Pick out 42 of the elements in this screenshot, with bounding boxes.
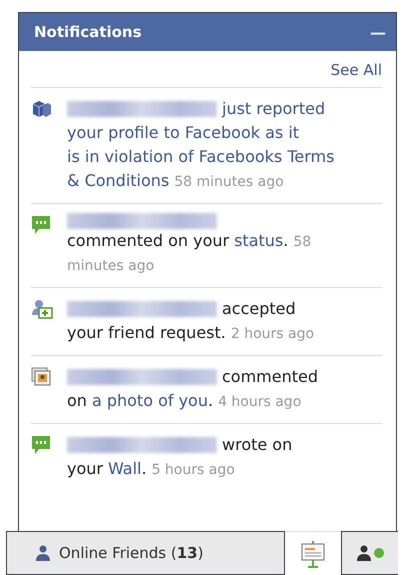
notification-text: your friend request. bbox=[67, 322, 226, 344]
timestamp: 58 bbox=[293, 233, 312, 252]
notification-link[interactable]: just reported bbox=[222, 97, 326, 121]
speech-bubble-icon bbox=[31, 215, 51, 235]
notification-text: on bbox=[67, 390, 87, 412]
online-friends-label: Online Friends (13) bbox=[59, 544, 204, 562]
notification-link[interactable]: Wall bbox=[108, 457, 142, 481]
chat-status-tab[interactable] bbox=[341, 531, 398, 575]
presentation-board-icon bbox=[301, 540, 325, 568]
notification-text: . bbox=[208, 390, 214, 412]
notification-link[interactable]: & Conditions bbox=[67, 169, 170, 193]
timestamp: 5 hours ago bbox=[152, 461, 235, 480]
panel-title: Notifications bbox=[34, 23, 142, 41]
notification-text: . bbox=[283, 230, 288, 252]
see-all-link[interactable]: See All bbox=[330, 61, 382, 79]
notification-item[interactable]: commented on a photo of you. 4 hours ago bbox=[31, 355, 382, 423]
notification-text: commented on your bbox=[67, 230, 230, 252]
minimize-button[interactable]: — bbox=[370, 22, 386, 42]
notification-text: accepted bbox=[222, 298, 296, 320]
cubes-icon bbox=[31, 99, 51, 119]
notification-text: . bbox=[141, 458, 147, 480]
notification-item[interactable]: wrote on your Wall. 5 hours ago bbox=[31, 423, 382, 491]
timestamp: 2 hours ago bbox=[230, 325, 314, 344]
notification-text: your bbox=[67, 458, 103, 480]
notification-item[interactable]: accepted your friend request. 2 hours ago bbox=[31, 287, 382, 355]
notification-link[interactable]: is in violation of Facebooks Terms bbox=[67, 145, 334, 169]
notification-text: wrote on bbox=[222, 434, 292, 456]
person-icon bbox=[356, 545, 370, 561]
notification-link[interactable]: status bbox=[234, 229, 284, 253]
timestamp: 58 minutes ago bbox=[174, 173, 284, 192]
timestamp: minutes ago bbox=[67, 257, 154, 276]
online-friends-tab[interactable]: Online Friends (13) bbox=[6, 531, 285, 575]
notification-text: commented bbox=[222, 366, 318, 388]
notification-link[interactable]: a photo of you bbox=[92, 389, 208, 413]
photo-frame-icon bbox=[31, 367, 51, 387]
add-friend-icon bbox=[31, 299, 53, 319]
speech-bubble-icon bbox=[31, 435, 51, 455]
notification-item[interactable]: just reported your profile to Facebook as it is in violation of Facebooks Terms & Conditions 58 minutes ago bbox=[31, 87, 382, 203]
notification-link[interactable]: your profile to Facebook as it bbox=[67, 121, 300, 145]
notification-item[interactable]: commented on your status. 58 minutes ago bbox=[31, 203, 382, 287]
timestamp: 4 hours ago bbox=[218, 393, 302, 412]
person-icon bbox=[35, 545, 51, 561]
